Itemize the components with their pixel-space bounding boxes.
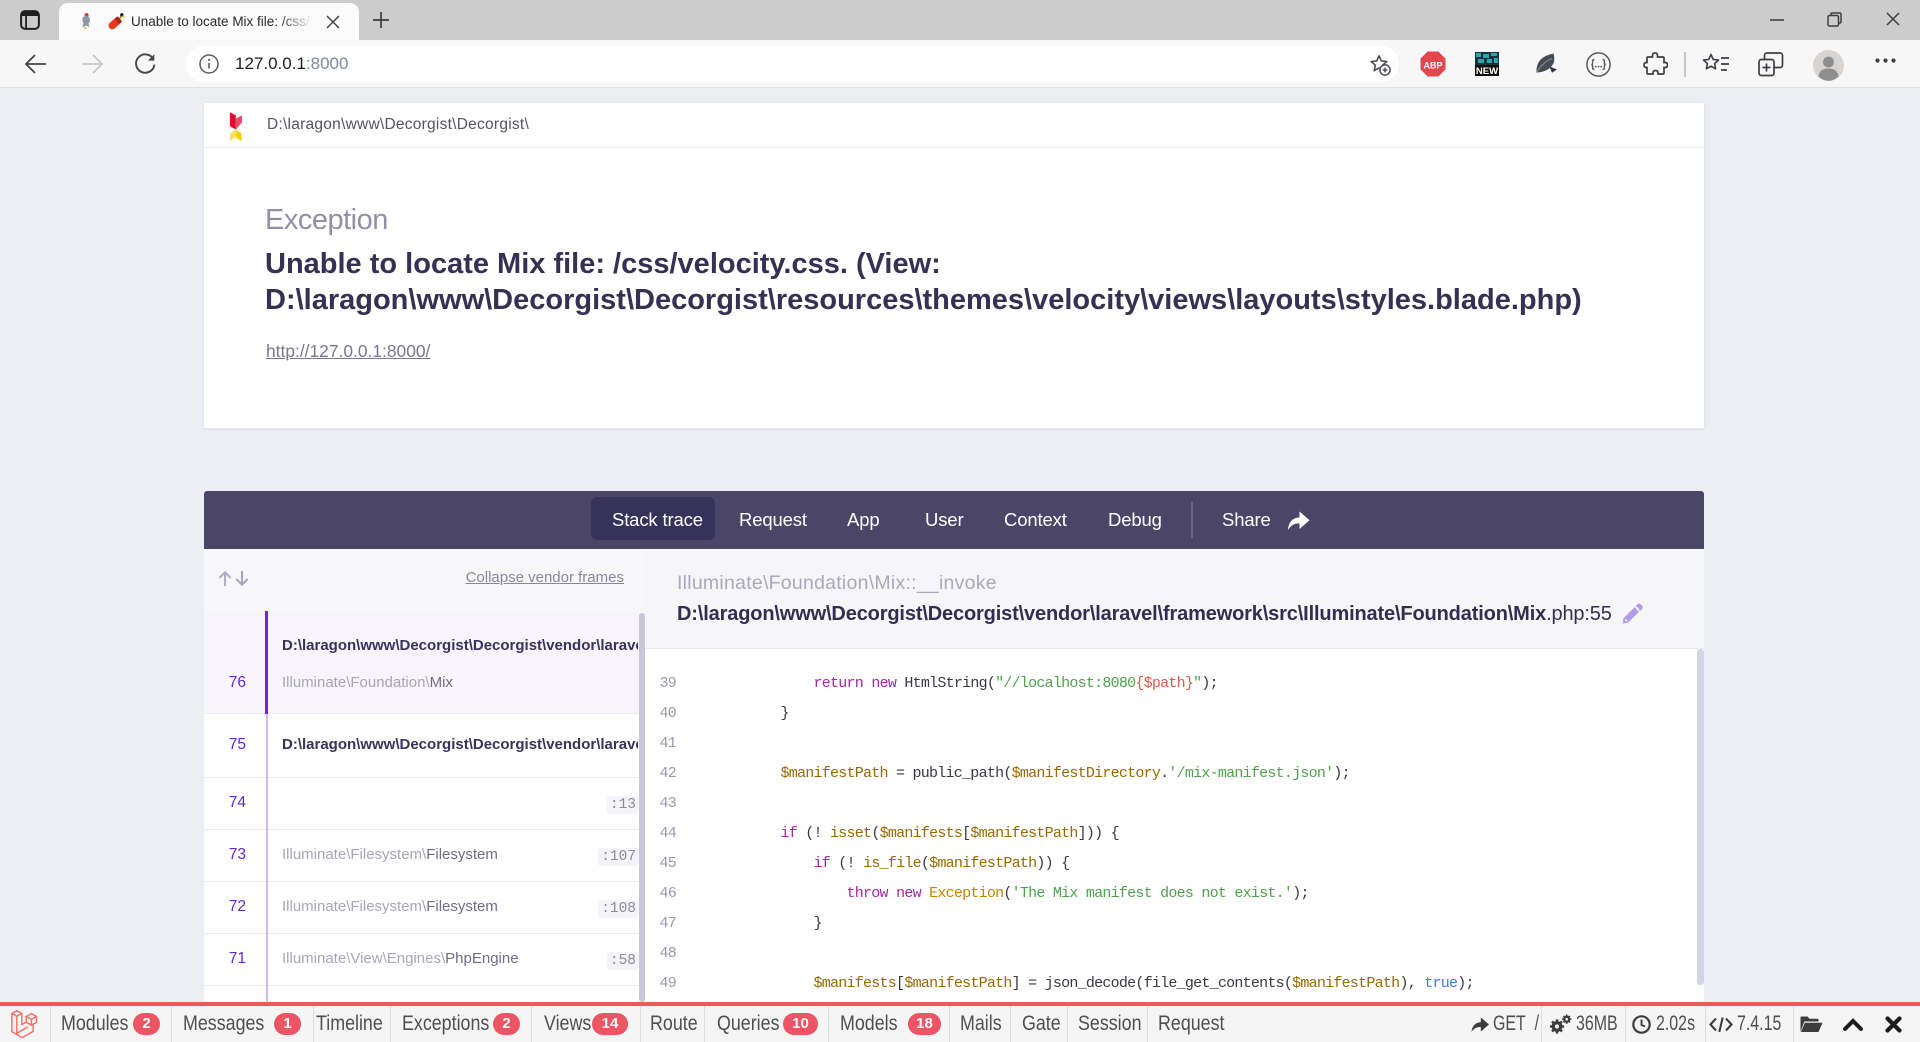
svg-text:NEW: NEW [1476,66,1498,77]
svg-text:ABP: ABP [1423,60,1442,70]
